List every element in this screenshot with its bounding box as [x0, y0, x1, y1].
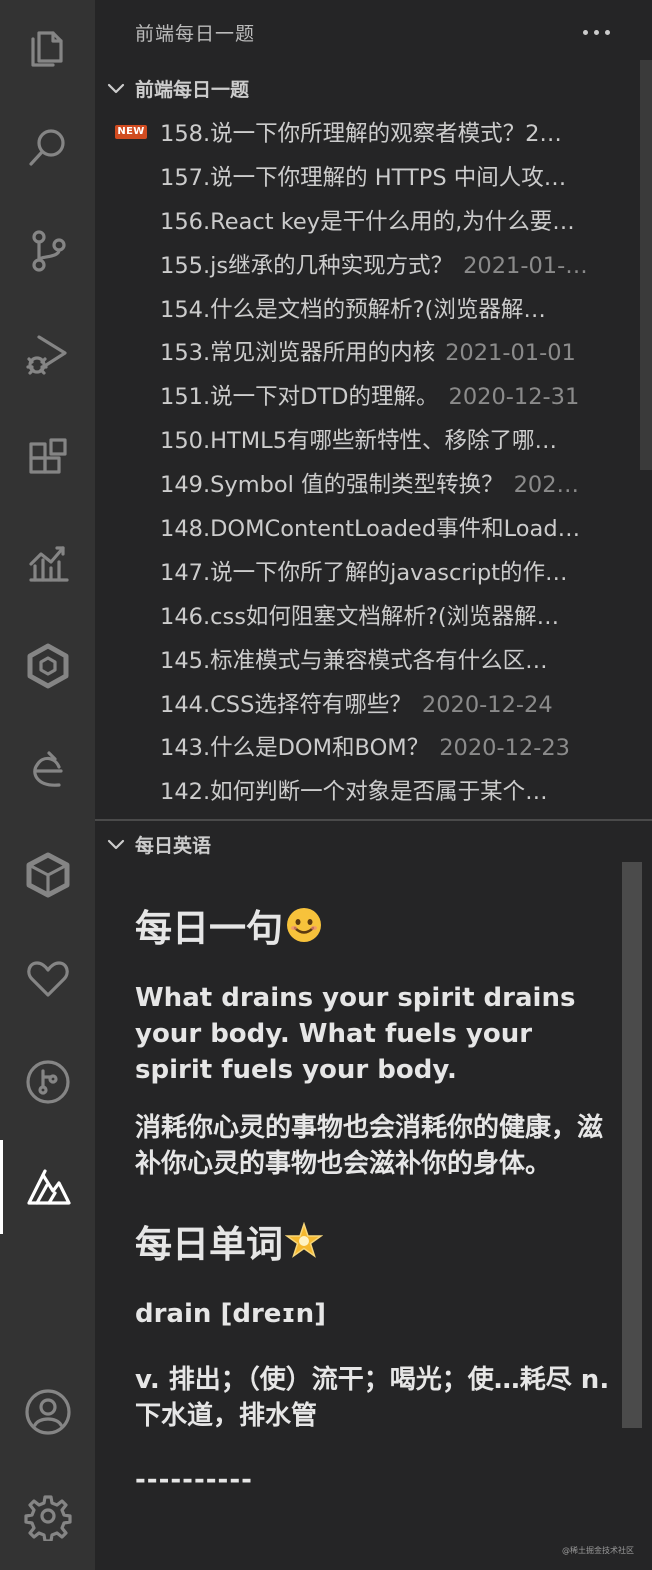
search-icon[interactable] [0, 101, 95, 193]
chevron-down-icon [105, 77, 127, 99]
list-item[interactable]: 145.标准模式与兼容模式各有什么区… [95, 637, 615, 681]
question-label: 149.Symbol 值的强制类型转换？ [160, 472, 504, 499]
sentence-en: What drains your spirit drains your body… [135, 983, 576, 1085]
question-date: 2020-12-24 [421, 691, 553, 718]
question-date: 202… [513, 472, 580, 499]
english-panel: 每日一句 What drains your spirit drains your… [135, 880, 615, 1498]
hexagon-logo-icon[interactable] [0, 620, 95, 712]
question-date: 2021-01-01 [445, 340, 576, 367]
section-header-questions[interactable]: 前端每日一题 [95, 66, 652, 110]
question-label: 145.标准模式与兼容模式各有什么区… [160, 647, 548, 674]
list-item[interactable]: NEW 158.说一下你所理解的观察者模式？2… [95, 110, 615, 154]
list-item[interactable]: 150.HTML5有哪些新特性、移除了哪… [95, 417, 615, 461]
extensions-icon[interactable] [0, 413, 95, 505]
mountain-logo-icon[interactable] [0, 1140, 95, 1232]
heart-icon[interactable] [0, 932, 95, 1024]
question-date: 2020-12-23 [439, 735, 570, 762]
section-divider [95, 819, 652, 821]
list-item[interactable]: 149.Symbol 值的强制类型转换？ 202… [95, 461, 615, 505]
list-item[interactable]: 142.如何判断一个对象是否属于某个… [95, 768, 615, 812]
question-label: 154.什么是文档的预解析?(浏览器解… [160, 296, 546, 323]
activity-bar [0, 0, 95, 1570]
word-meaning: v. 排出；（使）流干；喝光；使…耗尽 n. 下水道，排水管 [135, 1365, 610, 1431]
sentence-cn: 消耗你心灵的事物也会消耗你的健康，滋补你心灵的事物也会滋补你的身体。 [135, 1113, 604, 1179]
glowing-star-emoji-icon [285, 1222, 323, 1258]
chevron-down-icon [105, 833, 127, 855]
more-actions-icon[interactable] [578, 18, 614, 46]
list-item[interactable]: 143.什么是DOM和BOM？ 2020-12-23 [95, 724, 615, 768]
sentence-heading: 每日一句 [135, 880, 615, 970]
question-label: 147.说一下你所了解的javascript的作… [160, 559, 568, 586]
separator: ---------- [135, 1465, 253, 1495]
list-item[interactable]: 153.常见浏览器所用的内核 2021-01-01 [95, 329, 615, 373]
section-title: 每日英语 [135, 834, 212, 857]
sidebar-title: 前端每日一题 [135, 22, 256, 45]
question-label: 150.HTML5有哪些新特性、移除了哪… [160, 428, 558, 455]
sidebar: 前端每日一题 前端每日一题 NEW 158.说一下你所理解的观察者模式？2… 1… [95, 0, 652, 1570]
box-icon[interactable] [0, 828, 95, 920]
panel-scrollbar[interactable] [622, 862, 642, 1428]
settings-gear-icon[interactable] [0, 1470, 95, 1562]
git-circle-icon[interactable] [0, 1036, 95, 1128]
watermark: @稀土掘金技术社区 [562, 1546, 634, 1555]
list-item[interactable]: 156.React key是干什么用的,为什么要… [95, 198, 615, 242]
question-label: 148.DOMContentLoaded事件和Load… [160, 515, 581, 542]
question-label: 158.说一下你所理解的观察者模式？2… [160, 120, 562, 147]
word: drain [dreɪn] [135, 1299, 326, 1329]
question-label: 146.css如何阻塞文档解析?(浏览器解… [160, 603, 560, 630]
curve-logo-icon[interactable] [0, 724, 95, 816]
list-item[interactable]: 155.js继承的几种实现方式？ 2021-01-… [95, 242, 615, 286]
sidebar-header: 前端每日一题 [95, 0, 652, 64]
section-title: 前端每日一题 [135, 78, 250, 101]
list-item[interactable]: 148.DOMContentLoaded事件和Load… [95, 505, 615, 549]
question-label: 143.什么是DOM和BOM？ [160, 735, 430, 762]
smile-emoji-icon [287, 908, 321, 942]
question-label: 157.说一下你理解的 HTTPS 中间人攻… [160, 164, 567, 191]
list-item[interactable]: 154.什么是文档的预解析?(浏览器解… [95, 286, 615, 330]
question-label: 142.如何判断一个对象是否属于某个… [160, 779, 548, 806]
word-heading: 每日单词 [135, 1196, 615, 1286]
source-control-icon[interactable] [0, 204, 95, 296]
list-item[interactable]: 157.说一下你理解的 HTTPS 中间人攻… [95, 154, 615, 198]
question-label: 153.常见浏览器所用的内核 [160, 340, 436, 367]
list-item[interactable]: 147.说一下你所了解的javascript的作… [95, 549, 615, 593]
question-date: 2020-12-31 [448, 384, 580, 411]
run-debug-icon[interactable] [0, 308, 95, 400]
list-item[interactable]: 146.css如何阻塞文档解析?(浏览器解… [95, 593, 615, 637]
question-label: 144.CSS选择符有哪些？ [160, 691, 412, 718]
list-scrollbar[interactable] [640, 60, 652, 470]
explorer-icon[interactable] [0, 0, 95, 92]
analytics-icon[interactable] [0, 517, 95, 609]
list-item[interactable]: 144.CSS选择符有哪些？ 2020-12-24 [95, 681, 615, 725]
question-label: 151.说一下对DTD的理解。 [160, 384, 439, 411]
new-badge: NEW [115, 125, 147, 139]
question-list: NEW 158.说一下你所理解的观察者模式？2… 157.说一下你理解的 HTT… [95, 110, 652, 812]
list-item[interactable]: 151.说一下对DTD的理解。 2020-12-31 [95, 373, 615, 417]
question-date: 2021-01-… [463, 252, 588, 279]
question-label: 156.React key是干什么用的,为什么要… [160, 208, 575, 235]
account-icon[interactable] [0, 1366, 95, 1458]
question-label: 155.js继承的几种实现方式？ [160, 252, 454, 279]
section-header-english[interactable]: 每日英语 [95, 822, 652, 866]
